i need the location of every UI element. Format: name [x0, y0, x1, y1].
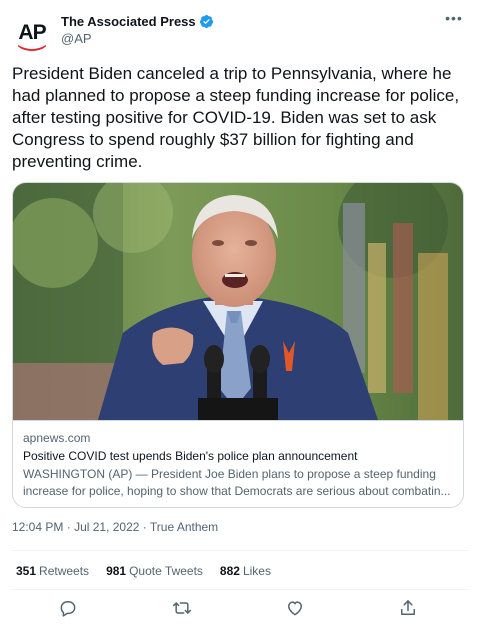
meta-separator: ·	[142, 520, 147, 534]
tweet-source[interactable]: True Anthem	[150, 520, 218, 534]
retweets-stat[interactable]: 351 Retweets	[16, 564, 89, 578]
likes-count: 882	[219, 564, 240, 578]
retweet-icon[interactable]	[172, 598, 194, 620]
meta-separator: ·	[66, 520, 71, 534]
tweet-text: President Biden canceled a trip to Penns…	[12, 64, 460, 171]
likes-stat[interactable]: 882 Likes	[220, 564, 271, 578]
like-icon[interactable]	[285, 598, 307, 620]
more-options-icon[interactable]: •••	[440, 10, 468, 30]
share-icon[interactable]	[398, 598, 420, 620]
tweet-date[interactable]: Jul 21, 2022	[74, 520, 139, 534]
author-avatar[interactable]: AP	[12, 12, 52, 52]
verified-badge-icon	[199, 14, 214, 29]
retweets-label: Retweets	[39, 564, 90, 578]
tweet-header: AP The Associated Press @AP •••	[12, 10, 468, 54]
ap-logo-icon: AP	[12, 12, 52, 52]
quote-tweets-label: Quote Tweets	[129, 564, 203, 578]
divider	[12, 589, 468, 590]
engagement-stats: 351 Retweets 981 Quote Tweets 882 Likes	[16, 564, 288, 578]
svg-text:AP: AP	[18, 21, 46, 44]
reply-icon[interactable]	[58, 598, 80, 620]
author-display-name[interactable]: The Associated Press	[61, 14, 196, 29]
tweet-meta: 12:04 PM · Jul 21, 2022 · True Anthem	[12, 520, 218, 534]
author-handle[interactable]: @AP	[61, 31, 214, 46]
likes-label: Likes	[242, 564, 271, 578]
card-title: Positive COVID test upends Biden's polic…	[23, 449, 358, 463]
quote-tweets-count: 981	[106, 564, 127, 578]
author-names: The Associated Press @AP	[61, 12, 214, 46]
quote-tweets-stat[interactable]: 981 Quote Tweets	[106, 564, 203, 578]
tweet-time[interactable]: 12:04 PM	[12, 520, 63, 534]
card-domain: apnews.com	[23, 431, 91, 445]
card-body[interactable]: apnews.com Positive COVID test upends Bi…	[13, 420, 463, 507]
card-image[interactable]	[13, 183, 463, 420]
link-card[interactable]: apnews.com Positive COVID test upends Bi…	[12, 182, 464, 508]
divider	[12, 550, 468, 551]
retweets-count: 351	[16, 564, 37, 578]
tweet-actions	[12, 598, 468, 622]
card-description: WASHINGTON (AP) — President Joe Biden pl…	[23, 467, 451, 498]
biden-photo-image	[13, 183, 463, 420]
